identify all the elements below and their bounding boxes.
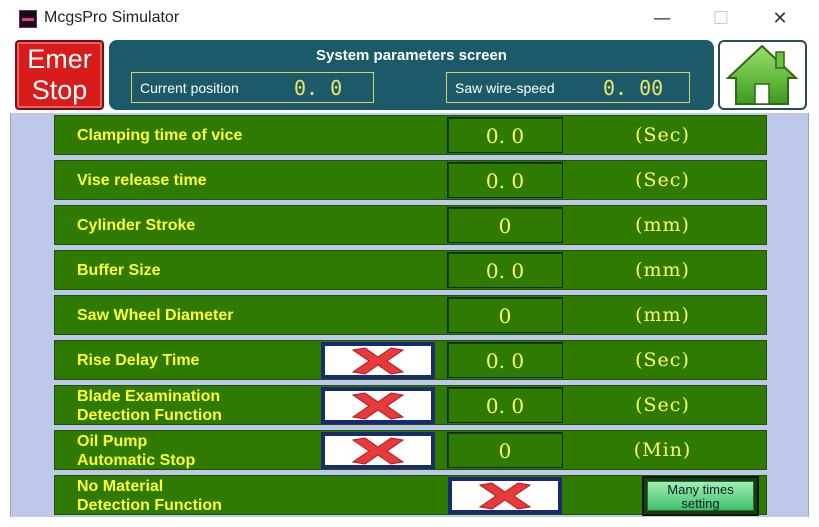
close-button[interactable]: ✕ xyxy=(765,8,795,30)
rise-delay-toggle[interactable] xyxy=(321,342,435,379)
disabled-x-icon xyxy=(351,436,405,465)
param-row-clamping-time: Clamping time of vice 0. 0 (Sec) xyxy=(54,115,767,155)
param-label-line1: Oil Pump xyxy=(77,433,148,450)
param-unit: (Sec) xyxy=(635,124,690,146)
param-label: Vise release time xyxy=(77,172,207,189)
param-label: Cylinder Stroke xyxy=(77,217,196,234)
emergency-stop-label-line2: Stop xyxy=(31,75,88,105)
disabled-x-icon xyxy=(478,481,532,510)
maximize-button[interactable]: ☐ xyxy=(706,8,736,30)
param-value-input[interactable]: 0 xyxy=(447,432,563,468)
current-position-label: Current position xyxy=(140,80,239,96)
param-row-saw-wheel-diameter: Saw Wheel Diameter 0 (mm) xyxy=(54,295,767,335)
param-value-input[interactable]: 0. 0 xyxy=(447,387,563,423)
param-unit: (mm) xyxy=(635,259,690,281)
param-unit: (Sec) xyxy=(635,349,690,371)
param-row-vise-release: Vise release time 0. 0 (Sec) xyxy=(54,160,767,200)
param-unit: (Sec) xyxy=(635,394,690,416)
param-value-input[interactable]: 0. 0 xyxy=(447,342,563,378)
home-icon xyxy=(725,44,799,105)
param-value-input[interactable]: 0. 0 xyxy=(447,252,563,288)
param-value-input[interactable]: 0 xyxy=(447,297,563,333)
home-button[interactable] xyxy=(718,40,807,110)
current-position-readout: Current position 0. 0 xyxy=(131,72,374,103)
many-times-setting-face: Many times setting xyxy=(647,481,754,511)
param-label-line1: No Material xyxy=(77,478,164,495)
saw-speed-label: Saw wire-speed xyxy=(455,80,555,96)
param-label-line2: Automatic Stop xyxy=(77,452,196,469)
disabled-x-icon xyxy=(351,346,405,375)
many-times-label-line2: setting xyxy=(681,496,720,511)
param-label-line2: Detection Function xyxy=(77,497,222,514)
param-label: Rise Delay Time xyxy=(77,352,200,369)
param-label: Saw Wheel Diameter xyxy=(77,307,234,324)
param-label-line2: Detection Function xyxy=(77,407,222,424)
param-value-input[interactable]: 0. 0 xyxy=(447,162,563,198)
status-panel: System parameters screen Current positio… xyxy=(109,40,714,110)
minimize-button[interactable]: — xyxy=(647,8,677,30)
disabled-x-icon xyxy=(351,391,405,420)
oil-pump-toggle[interactable] xyxy=(321,432,435,469)
emergency-stop-button[interactable]: Emer Stop xyxy=(15,40,104,110)
param-label: Clamping time of vice xyxy=(77,127,243,144)
param-value-input[interactable]: 0 xyxy=(447,207,563,243)
param-row-blade-examination: Blade Examination Detection Function 0. … xyxy=(54,385,767,425)
param-label-line1: Blade Examination xyxy=(77,388,221,405)
param-unit: (mm) xyxy=(635,214,690,236)
many-times-setting-button[interactable]: Many times setting xyxy=(642,476,759,516)
saw-speed-readout: Saw wire-speed 0. 00 xyxy=(446,72,690,103)
param-label: No Material Detection Function xyxy=(77,477,222,515)
param-label: Buffer Size xyxy=(77,262,161,279)
param-label: Blade Examination Detection Function xyxy=(77,387,222,425)
saw-speed-value: 0. 00 xyxy=(603,76,664,100)
title-bar: McgsPro Simulator — ☐ ✕ xyxy=(0,0,819,38)
param-unit: (Min) xyxy=(633,439,692,461)
param-row-buffer-size: Buffer Size 0. 0 (mm) xyxy=(54,250,767,290)
window-title: McgsPro Simulator xyxy=(44,9,180,26)
no-material-toggle[interactable] xyxy=(448,477,562,514)
page-title: System parameters screen xyxy=(316,47,507,64)
param-unit: (mm) xyxy=(635,304,690,326)
app-icon xyxy=(19,10,37,28)
blade-examination-toggle[interactable] xyxy=(321,387,435,424)
param-row-oil-pump: Oil Pump Automatic Stop 0 (Min) xyxy=(54,430,767,470)
many-times-label-line1: Many times xyxy=(667,482,734,497)
param-row-cylinder-stroke: Cylinder Stroke 0 (mm) xyxy=(54,205,767,245)
emergency-stop-label-line1: Emer xyxy=(27,44,92,74)
current-position-value: 0. 0 xyxy=(294,76,343,100)
param-row-rise-delay: Rise Delay Time 0. 0 (Sec) xyxy=(54,340,767,380)
param-unit: (Sec) xyxy=(635,169,690,191)
param-value-input[interactable]: 0. 0 xyxy=(447,117,563,153)
param-label: Oil Pump Automatic Stop xyxy=(77,432,195,470)
